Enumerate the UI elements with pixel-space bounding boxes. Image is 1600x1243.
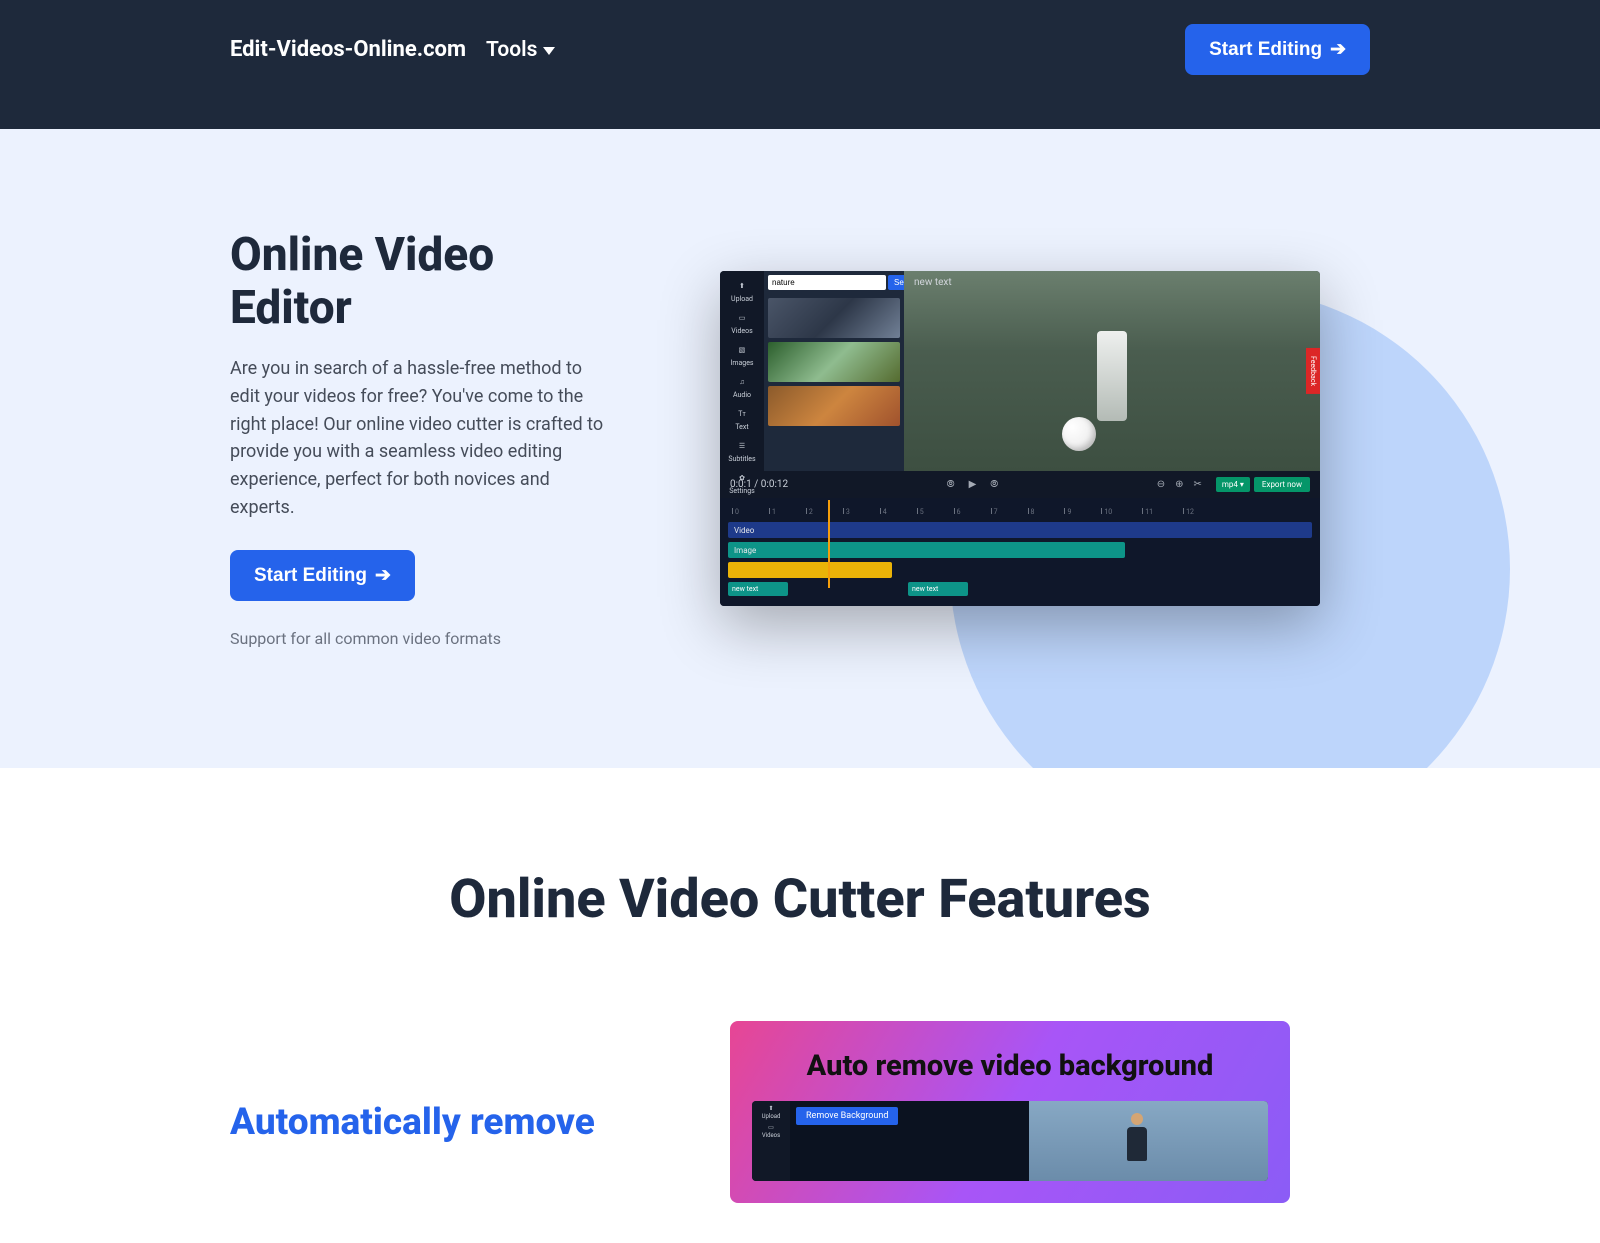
arrow-right-icon: ➔	[1330, 38, 1346, 61]
feature-card-title: Auto remove video background	[752, 1049, 1268, 1083]
feature-card: Auto remove video background ⬆Upload ▭Vi…	[730, 1021, 1290, 1203]
page-title: Online Video Editor	[230, 229, 610, 335]
zoom-out-icon[interactable]: ⊖	[1157, 479, 1165, 490]
play-icon[interactable]: ▶	[969, 479, 977, 490]
upload-icon: ⬆	[768, 1105, 773, 1112]
start-editing-button-header[interactable]: Start Editing ➔	[1185, 24, 1370, 75]
features-title: Online Video Cutter Features	[0, 868, 1600, 931]
mini-preview	[1029, 1101, 1268, 1181]
cut-icon[interactable]: ✂	[1194, 479, 1202, 490]
remove-background-tab[interactable]: Remove Background	[796, 1107, 898, 1125]
sidebar-item-audio[interactable]: ♫Audio	[733, 373, 751, 401]
media-panel: Search	[764, 271, 904, 471]
track-text[interactable]: new text	[908, 582, 968, 596]
video-icon: ▭	[733, 311, 751, 325]
waterfall-graphic	[1097, 331, 1127, 421]
arrow-right-icon: ➔	[375, 564, 391, 587]
cta-label: Start Editing	[254, 565, 367, 587]
sidebar-item-upload[interactable]: ⬆Upload	[731, 277, 753, 305]
media-thumbnail[interactable]	[768, 386, 900, 426]
sidebar-item-images[interactable]: ▧Images	[730, 341, 753, 369]
search-input[interactable]	[768, 275, 886, 290]
track-image[interactable]: Image	[728, 542, 1125, 558]
feature-text: Automatically remove	[230, 1021, 650, 1145]
start-editing-button-hero[interactable]: Start Editing ➔	[230, 550, 415, 601]
timeline-ruler: 0123456789101112	[728, 504, 1312, 518]
track-audio[interactable]	[728, 562, 892, 578]
ball-graphic	[1062, 417, 1096, 451]
playback-controls: 0:0:1 / 0:0:12 ⦾ ▶ ⦾ ⊖ ⊕ ✂ mp4 ▾ Export …	[720, 471, 1320, 498]
upload-icon: ⬆	[733, 279, 751, 293]
image-icon: ▧	[733, 343, 751, 357]
skip-back-icon[interactable]: ⦾	[947, 479, 955, 490]
sidebar-item-subtitles[interactable]: ☰Subtitles	[728, 437, 755, 465]
export-format-select[interactable]: mp4 ▾	[1216, 477, 1250, 492]
person-graphic	[1125, 1113, 1149, 1163]
site-header: Edit-Videos-Online.com Tools Start Editi…	[0, 0, 1600, 129]
feedback-tab[interactable]: Feedback	[1306, 348, 1320, 394]
hero-text: Online Video Editor Are you in search of…	[230, 229, 610, 648]
media-thumbnail[interactable]	[768, 298, 900, 338]
timeline[interactable]: 0123456789101112 Video Image new text ne…	[720, 498, 1320, 606]
subtitles-icon: ☰	[733, 439, 751, 453]
media-thumbnail[interactable]	[768, 342, 900, 382]
sidebar-item-videos[interactable]: ▭Videos	[731, 309, 752, 337]
feature-media: Auto remove video background ⬆Upload ▭Vi…	[730, 1021, 1370, 1203]
hero-description: Are you in search of a hassle-free metho…	[230, 355, 610, 522]
hero-note: Support for all common video formats	[230, 629, 610, 648]
editor-screenshot: ⬆Upload ▭Videos ▧Images ♫Audio TᴛText ☰S…	[720, 271, 1320, 606]
sidebar-item-videos[interactable]: ▭Videos	[762, 1124, 780, 1139]
export-button[interactable]: Export now	[1254, 477, 1310, 492]
preview-canvas[interactable]: new text Feedback	[904, 271, 1320, 471]
preview-text-overlay: new text	[914, 277, 952, 288]
mini-editor-screenshot: ⬆Upload ▭Videos Remove Background	[752, 1101, 1268, 1181]
hero-section: Online Video Editor Are you in search of…	[0, 129, 1600, 768]
track-text[interactable]: new text	[728, 582, 788, 596]
features-section: Online Video Cutter Features Automatical…	[0, 768, 1600, 1243]
logo-link[interactable]: Edit-Videos-Online.com	[230, 37, 466, 62]
time-display: 0:0:1 / 0:0:12	[730, 479, 788, 490]
audio-icon: ♫	[733, 375, 751, 389]
chevron-down-icon	[543, 47, 555, 55]
zoom-in-icon[interactable]: ⊕	[1175, 479, 1183, 490]
cta-label: Start Editing	[1209, 39, 1322, 61]
feature-heading: Automatically remove	[230, 1101, 650, 1145]
track-video[interactable]: Video	[728, 522, 1312, 538]
text-icon: Tᴛ	[733, 407, 751, 421]
hero-media: ⬆Upload ▭Videos ▧Images ♫Audio TᴛText ☰S…	[670, 271, 1370, 606]
sidebar-item-text[interactable]: TᴛText	[733, 405, 751, 433]
mini-sidebar: ⬆Upload ▭Videos	[752, 1101, 790, 1181]
nav-left: Edit-Videos-Online.com Tools	[230, 37, 555, 62]
editor-sidebar: ⬆Upload ▭Videos ▧Images ♫Audio TᴛText ☰S…	[720, 271, 764, 471]
skip-forward-icon[interactable]: ⦾	[990, 479, 998, 490]
sidebar-item-upload[interactable]: ⬆Upload	[762, 1105, 781, 1120]
playhead[interactable]	[828, 500, 830, 588]
video-icon: ▭	[768, 1124, 774, 1131]
tools-dropdown[interactable]: Tools	[486, 38, 555, 62]
tools-label: Tools	[486, 38, 537, 62]
